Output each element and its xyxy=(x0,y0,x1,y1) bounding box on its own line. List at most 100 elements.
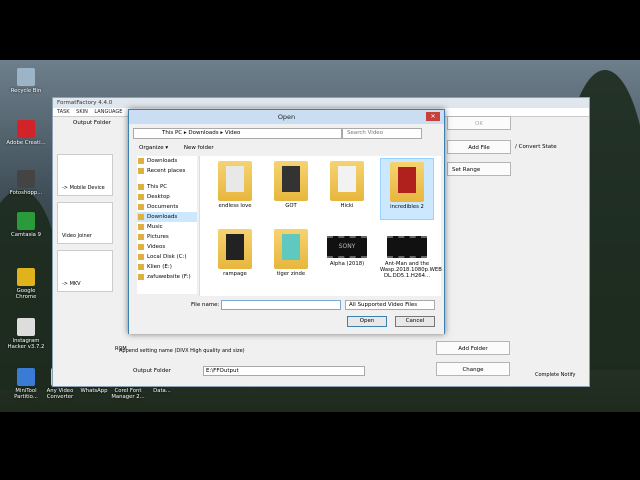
folder-item[interactable]: incredibles 2 xyxy=(380,158,434,220)
filename-label: File name: xyxy=(191,302,220,308)
video-thumbnail-icon: SONY xyxy=(327,236,367,258)
desktop-icon-label: Camtasia 9 xyxy=(11,232,41,238)
folder-icon xyxy=(330,161,364,201)
desktop-icon[interactable]: Fotoshopp... xyxy=(6,170,46,196)
menu-task[interactable]: TASK xyxy=(57,109,70,115)
file-name: incredibles 2 xyxy=(390,204,424,210)
desktop-icon-label: Recycle Bin xyxy=(10,88,42,94)
ff-left-panel: -> Mobile Device Video Joiner -> MKV xyxy=(57,134,113,374)
nav-item[interactable]: Recent places xyxy=(137,166,197,176)
folder-icon xyxy=(138,158,144,164)
open-dialog[interactable]: Open ✕ ◀ ▶ This PC ▸ Downloads ▸ Video S… xyxy=(128,109,445,334)
nav-item[interactable]: This PC xyxy=(137,182,197,192)
menu-language[interactable]: LANGUAGE xyxy=(94,109,122,115)
letterbox-bottom xyxy=(0,412,640,480)
folder-item[interactable]: Hicki xyxy=(320,158,374,220)
nav-item-label: Documents xyxy=(147,204,179,210)
folder-preview xyxy=(226,166,244,192)
nav-item[interactable]: Desktop xyxy=(137,192,197,202)
desktop-icon[interactable]: Recycle Bin xyxy=(6,68,46,94)
nav-item-label: zafuwebsite (F:) xyxy=(147,274,191,280)
folder-icon xyxy=(138,244,144,250)
app-icon xyxy=(17,318,35,336)
folder-icon xyxy=(274,229,308,269)
desktop-icon[interactable]: Adobe Creati... xyxy=(6,120,46,146)
folder-icon xyxy=(138,214,144,220)
video-file-item[interactable]: Ant-Man and the Wasp.2018.1080p.WEB DL.D… xyxy=(380,226,442,288)
menu-skin[interactable]: SKIN xyxy=(76,109,88,115)
folder-icon xyxy=(390,162,424,202)
folder-preview xyxy=(226,234,244,260)
desktop-icon[interactable]: Google Chrome xyxy=(6,268,46,300)
nav-item[interactable]: Klien (E:) xyxy=(137,262,197,272)
desktop-icon-label: Fotoshopp... xyxy=(9,190,43,196)
dialog-titlebar: Open ✕ xyxy=(129,110,444,124)
nav-item-label: Videos xyxy=(147,244,166,250)
nav-item-label: Downloads xyxy=(147,214,178,220)
app-icon xyxy=(17,368,35,386)
tile-mkv[interactable]: -> MKV xyxy=(57,250,113,292)
add-folder-button[interactable]: Add Folder xyxy=(436,341,510,355)
nav-item[interactable]: Videos xyxy=(137,242,197,252)
folder-icon xyxy=(138,274,144,280)
folder-preview xyxy=(338,166,356,192)
nav-item[interactable]: Downloads xyxy=(137,212,197,222)
output-folder-select[interactable]: E:\FFOutput xyxy=(203,366,365,376)
file-name: Hicki xyxy=(340,203,354,209)
desktop-icon[interactable]: Camtasia 9 xyxy=(6,212,46,238)
breadcrumb-this-pc[interactable]: This PC xyxy=(162,130,182,136)
folder-item[interactable]: endless love xyxy=(208,158,262,220)
nav-item[interactable]: Documents xyxy=(137,202,197,212)
ok-button[interactable]: OK xyxy=(447,116,511,130)
cancel-button[interactable]: Cancel xyxy=(395,316,435,327)
folder-preview xyxy=(282,166,300,192)
nav-item[interactable]: Music xyxy=(137,222,197,232)
desktop-icon-label: Data... xyxy=(153,388,171,394)
complete-notify-checkbox[interactable]: Complete Notify xyxy=(535,372,575,378)
folder-icon xyxy=(138,184,144,190)
breadcrumb-downloads[interactable]: Downloads xyxy=(188,130,218,136)
folder-icon xyxy=(274,161,308,201)
folder-item[interactable]: rampage xyxy=(208,226,262,288)
output-folder-field-label: Output Folder xyxy=(133,368,171,374)
change-button[interactable]: Change xyxy=(436,362,510,376)
nav-item[interactable]: zafuwebsite (F:) xyxy=(137,272,197,282)
folder-icon xyxy=(138,254,144,260)
address-bar[interactable]: This PC ▸ Downloads ▸ Video xyxy=(133,128,342,139)
file-type-select[interactable]: All Supported Video Files xyxy=(345,300,435,310)
nav-item-label: Downloads xyxy=(147,158,178,164)
navigation-pane: Downloads Recent places This PC Desktop Docu… xyxy=(137,156,197,294)
nav-item[interactable]: Pictures xyxy=(137,232,197,242)
desktop-icon[interactable]: Instagram Hacker v3.7.2 xyxy=(6,318,46,350)
tile-mobile-device[interactable]: -> Mobile Device xyxy=(57,154,113,196)
desktop-icon-label: Instagram Hacker v3.7.2 xyxy=(7,338,45,350)
nav-item[interactable]: Local Disk (C:) xyxy=(137,252,197,262)
folder-icon xyxy=(218,161,252,201)
folder-icon xyxy=(138,224,144,230)
rom-label: ROM xyxy=(115,346,127,352)
organize-button[interactable]: Organize ▾ xyxy=(139,145,168,151)
set-range-button[interactable]: Set Range xyxy=(447,162,511,176)
tile-video-joiner[interactable]: Video Joiner xyxy=(57,202,113,244)
search-input[interactable]: Search Video xyxy=(342,128,422,139)
nav-item-label: Klien (E:) xyxy=(147,264,172,270)
open-button[interactable]: Open xyxy=(347,316,387,327)
add-file-button[interactable]: Add File xyxy=(447,140,511,154)
app-icon xyxy=(17,212,35,230)
close-button[interactable]: ✕ xyxy=(426,112,440,121)
file-name: Alpha (2018) xyxy=(329,261,365,267)
nav-item-label: Local Disk (C:) xyxy=(147,254,187,260)
nav-item-label: This PC xyxy=(147,184,168,190)
video-file-item[interactable]: SONY Alpha (2018) xyxy=(320,226,374,288)
folder-item[interactable]: tiger zinde xyxy=(264,226,318,288)
new-folder-button[interactable]: New folder xyxy=(184,145,214,151)
append-setting-checkbox[interactable]: Append setting name (DIVX High quality a… xyxy=(119,348,245,354)
nav-item-label: Recent places xyxy=(147,168,186,174)
breadcrumb-video[interactable]: Video xyxy=(225,130,240,136)
convert-state-header: / Convert State xyxy=(515,144,557,150)
nav-item[interactable]: Downloads xyxy=(137,156,197,166)
file-name: tiger zinde xyxy=(276,271,306,277)
output-folder-button[interactable]: Output Folder xyxy=(73,120,111,126)
filename-input[interactable] xyxy=(221,300,341,310)
folder-item[interactable]: GOT xyxy=(264,158,318,220)
